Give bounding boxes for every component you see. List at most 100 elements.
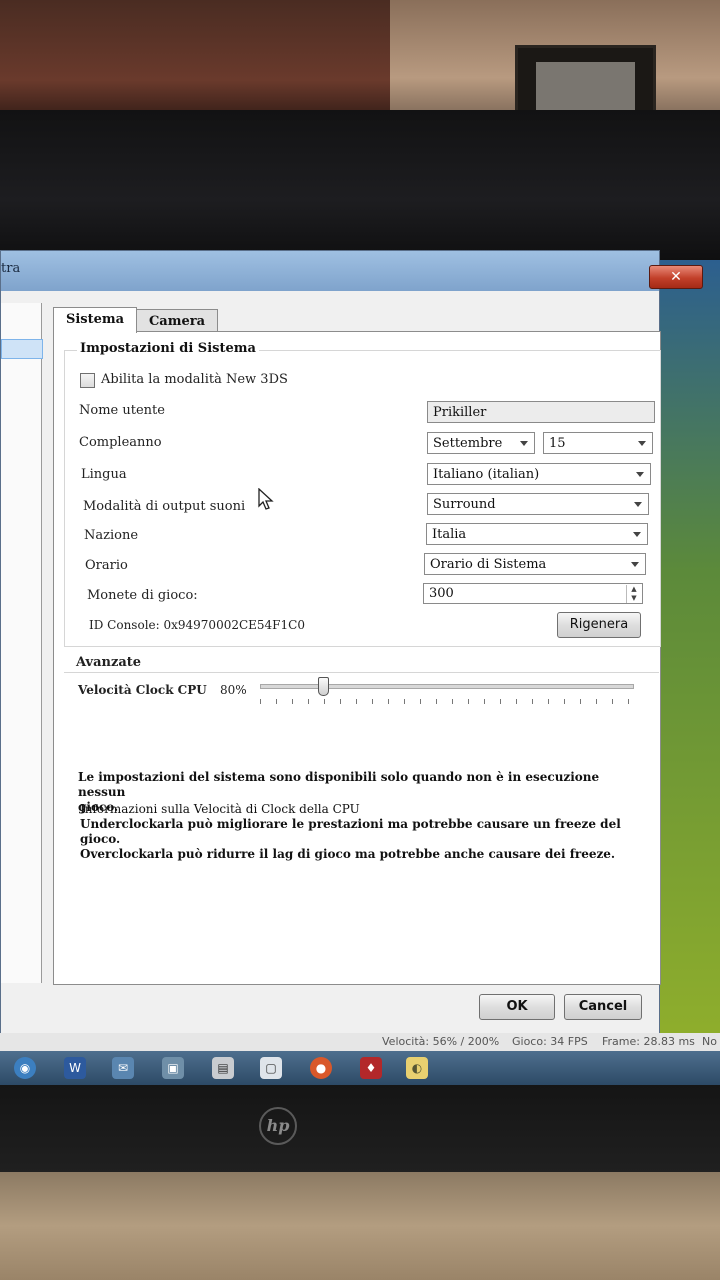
- slider-tick: [596, 699, 597, 704]
- firefox-icon[interactable]: ●: [310, 1057, 332, 1079]
- slider-tick: [628, 699, 629, 704]
- tab-sistema[interactable]: Sistema: [53, 307, 137, 333]
- slider-tick: [260, 699, 261, 704]
- chevron-down-icon: [636, 472, 644, 477]
- slider-tick: [388, 699, 389, 704]
- monitor-bezel-bottom: [0, 1085, 720, 1175]
- status-frame: Frame: 28.83 ms: [602, 1035, 695, 1048]
- desktop-wallpaper: [655, 260, 720, 1040]
- background-shelf: [0, 0, 390, 115]
- cpu-clock-slider[interactable]: [260, 677, 636, 711]
- slider-tick: [548, 699, 549, 704]
- birthday-month-select[interactable]: Settembre: [427, 432, 535, 454]
- notepad-icon[interactable]: ▢: [260, 1057, 282, 1079]
- slider-tick: [276, 699, 277, 704]
- advanced-group: Avanzate Velocità Clock CPU 80%: [64, 655, 659, 733]
- settings-dialog: tra ✕ Sistema Camera Impostazioni di Sis…: [0, 250, 703, 1037]
- advanced-title: Avanzate: [76, 655, 142, 670]
- slider-tick: [580, 699, 581, 704]
- cpu-clock-slider-thumb[interactable]: [318, 677, 330, 696]
- slider-tick: [292, 699, 293, 704]
- dialog-client-area: Sistema Camera Impostazioni di Sistema A…: [1, 291, 661, 1036]
- slider-tick: [516, 699, 517, 704]
- chat-icon[interactable]: ✉: [112, 1057, 134, 1079]
- mouse-cursor-icon: [258, 488, 274, 510]
- play-coins-value: 300: [429, 586, 454, 601]
- clock-mode-select[interactable]: Orario di Sistema: [424, 553, 646, 575]
- username-field[interactable]: Prikiller: [427, 401, 655, 423]
- chevron-down-icon: [634, 502, 642, 507]
- new3ds-label: Abilita la modalità New 3DS: [101, 372, 288, 387]
- slider-tick: [308, 699, 309, 704]
- country-select[interactable]: Italia: [426, 523, 648, 545]
- country-value: Italia: [432, 527, 467, 542]
- dialog-titlebar[interactable]: tra: [1, 251, 659, 291]
- regenerate-button[interactable]: Rigenera: [557, 612, 641, 638]
- game-icon[interactable]: ♦: [360, 1057, 382, 1079]
- tab-panel-sistema: Impostazioni di Sistema Abilita la modal…: [53, 331, 661, 985]
- slider-tick: [420, 699, 421, 704]
- slider-tick: [452, 699, 453, 704]
- slider-tick: [372, 699, 373, 704]
- start-orb-icon[interactable]: ◉: [14, 1057, 36, 1079]
- birthday-day-select[interactable]: 15: [543, 432, 653, 454]
- slider-tick: [356, 699, 357, 704]
- slider-tick: [484, 699, 485, 704]
- status-speed: Velocità: 56% / 200%: [382, 1035, 500, 1048]
- status-extra: No: [702, 1035, 717, 1048]
- slider-tick: [404, 699, 405, 704]
- slider-tick: [436, 699, 437, 704]
- country-label: Nazione: [84, 528, 139, 543]
- slider-tick: [532, 699, 533, 704]
- sound-output-select[interactable]: Surround: [427, 493, 649, 515]
- cpu-clock-value: 80%: [220, 683, 247, 697]
- birthday-month-value: Settembre: [433, 436, 503, 451]
- language-select[interactable]: Italiano (italian): [427, 463, 651, 485]
- sound-output-label: Modalità di output suoni: [83, 499, 246, 514]
- sound-output-value: Surround: [433, 497, 496, 512]
- system-settings-group: Impostazioni di Sistema Abilita la modal…: [64, 341, 661, 647]
- slider-tick: [468, 699, 469, 704]
- system-settings-title: Impostazioni di Sistema: [77, 341, 259, 356]
- cpu-info-line-1: Informazioni sulla Velocità di Clock del…: [80, 802, 360, 816]
- cpu-info-line-3: Overclockarla può ridurre il lag di gioc…: [80, 847, 616, 861]
- language-value: Italiano (italian): [433, 467, 540, 482]
- cpu-clock-info: Informazioni sulla Velocità di Clock del…: [80, 802, 650, 862]
- cancel-button[interactable]: Cancel: [564, 994, 642, 1020]
- chevron-down-icon: [633, 532, 641, 537]
- cpu-clock-slider-track[interactable]: [260, 684, 634, 689]
- new3ds-checkbox[interactable]: [80, 373, 95, 388]
- console-id-label: ID Console: 0x94970002CE54F1C0: [89, 618, 305, 632]
- desk-surface: [0, 1172, 720, 1280]
- slider-tick: [324, 699, 325, 704]
- app-icon[interactable]: ▣: [162, 1057, 184, 1079]
- windows-taskbar: ◉ W ✉ ▣ ▤ ▢ ● ♦ ◐: [0, 1051, 720, 1085]
- slider-tick: [340, 699, 341, 704]
- tab-camera[interactable]: Camera: [136, 309, 218, 332]
- play-coins-spinbox[interactable]: 300 ▲ ▼: [423, 583, 643, 604]
- word-icon[interactable]: W: [64, 1057, 86, 1079]
- cpu-clock-label: Velocità Clock CPU: [78, 683, 207, 697]
- category-list[interactable]: [1, 303, 43, 983]
- slider-tick: [500, 699, 501, 704]
- hp-logo: hp: [259, 1107, 297, 1145]
- chevron-down-icon: [638, 441, 646, 446]
- category-list-selected-item[interactable]: [1, 339, 43, 359]
- chevron-down-icon: [520, 441, 528, 446]
- status-fps: Gioco: 34 FPS: [512, 1035, 588, 1048]
- ok-button[interactable]: OK: [479, 994, 555, 1020]
- monitor-bezel-top: [0, 110, 720, 260]
- birthday-label: Compleanno: [79, 435, 162, 450]
- emulator-icon[interactable]: ▤: [212, 1057, 234, 1079]
- dialog-title: tra: [1, 261, 21, 276]
- clock-mode-label: Orario: [85, 558, 128, 573]
- spin-arrows-icon[interactable]: ▲ ▼: [626, 585, 641, 603]
- clock-mode-value: Orario di Sistema: [430, 557, 547, 572]
- username-label: Nome utente: [79, 403, 165, 418]
- birthday-day-value: 15: [549, 436, 566, 451]
- play-coins-label: Monete di gioco:: [87, 588, 198, 603]
- cpu-info-line-2: Underclockarla può migliorare le prestaz…: [80, 817, 621, 846]
- close-button[interactable]: ✕: [649, 265, 703, 289]
- folder-icon[interactable]: ◐: [406, 1057, 428, 1079]
- chevron-down-icon: [631, 562, 639, 567]
